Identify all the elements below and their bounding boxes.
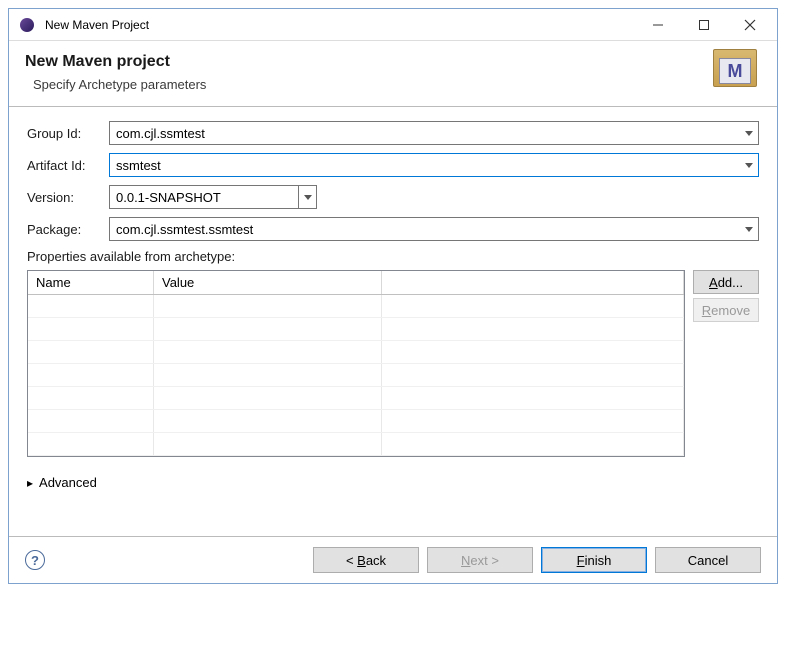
dialog-window: New Maven Project New Maven project Spec…	[8, 8, 778, 584]
cancel-button[interactable]: Cancel	[655, 547, 761, 573]
maven-icon: M	[713, 49, 761, 97]
table-row[interactable]	[28, 387, 684, 410]
artifact-id-combo[interactable]	[109, 153, 759, 177]
page-subtitle: Specify Archetype parameters	[25, 77, 761, 92]
next-button[interactable]: Next >	[427, 547, 533, 573]
eclipse-icon	[19, 17, 35, 33]
group-id-label: Group Id:	[27, 126, 109, 141]
page-title: New Maven project	[25, 53, 761, 71]
table-row[interactable]	[28, 364, 684, 387]
table-row[interactable]	[28, 295, 684, 318]
add-button[interactable]: Add...	[693, 270, 759, 294]
table-row[interactable]	[28, 318, 684, 341]
table-row[interactable]	[28, 410, 684, 433]
version-input[interactable]	[110, 190, 298, 205]
chevron-down-icon[interactable]	[740, 218, 758, 240]
package-label: Package:	[27, 222, 109, 237]
table-row[interactable]	[28, 341, 684, 364]
window-title: New Maven Project	[41, 18, 635, 32]
finish-button[interactable]: Finish	[541, 547, 647, 573]
artifact-id-label: Artifact Id:	[27, 158, 109, 173]
wizard-header: New Maven project Specify Archetype para…	[9, 41, 777, 107]
version-combo[interactable]	[109, 185, 317, 209]
package-input[interactable]	[110, 222, 740, 237]
column-header-blank	[382, 271, 684, 294]
triangle-right-icon: ▸	[27, 476, 33, 490]
artifact-id-input[interactable]	[110, 158, 740, 173]
button-bar: ? < Back Next > Finish Cancel	[9, 536, 777, 583]
version-label: Version:	[27, 190, 109, 205]
advanced-toggle[interactable]: ▸ Advanced	[27, 475, 759, 490]
titlebar: New Maven Project	[9, 9, 777, 41]
remove-button[interactable]: Remove	[693, 298, 759, 322]
advanced-label: Advanced	[39, 475, 97, 490]
close-button[interactable]	[727, 10, 773, 40]
properties-label: Properties available from archetype:	[27, 249, 759, 264]
table-row[interactable]	[28, 433, 684, 456]
help-icon[interactable]: ?	[25, 550, 45, 570]
group-id-combo[interactable]	[109, 121, 759, 145]
column-header-name[interactable]: Name	[28, 271, 154, 294]
back-button[interactable]: < Back	[313, 547, 419, 573]
minimize-button[interactable]	[635, 10, 681, 40]
column-header-value[interactable]: Value	[154, 271, 382, 294]
package-combo[interactable]	[109, 217, 759, 241]
table-body	[28, 295, 684, 456]
content-area: Group Id: Artifact Id: Version: Package:	[9, 107, 777, 500]
maximize-button[interactable]	[681, 10, 727, 40]
chevron-down-icon[interactable]	[740, 122, 758, 144]
chevron-down-icon[interactable]	[740, 154, 758, 176]
group-id-input[interactable]	[110, 126, 740, 141]
properties-table[interactable]: Name Value	[27, 270, 685, 457]
chevron-down-icon[interactable]	[298, 186, 316, 208]
